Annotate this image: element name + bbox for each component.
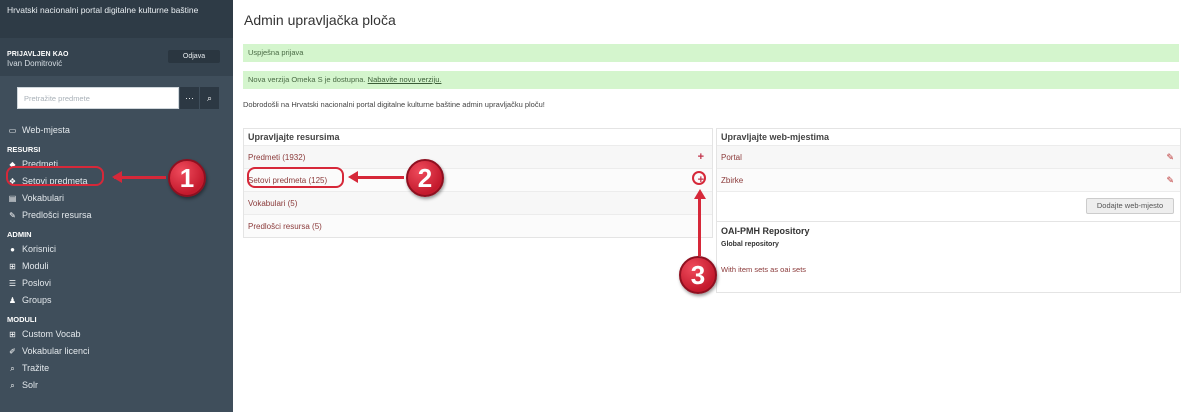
edit-icon[interactable]: ✎ bbox=[1166, 169, 1174, 192]
arrow-1-head bbox=[112, 171, 122, 183]
site-title[interactable]: Hrvatski nacionalni portal digitalne kul… bbox=[0, 0, 233, 38]
arrow-2-head bbox=[348, 171, 358, 183]
sidebar-item-label: Custom Vocab bbox=[22, 329, 81, 339]
add-site-button[interactable]: Dodajte web-mjesto bbox=[1086, 198, 1174, 214]
add-predmet-icon[interactable]: + bbox=[698, 146, 704, 169]
sidebar-item-label: Solr bbox=[22, 380, 39, 390]
alert-version-text: Nova verzija Omeka S je dostupna. bbox=[248, 75, 366, 84]
oai-subtitle: Global repository bbox=[721, 241, 779, 248]
sidebar-item-vokabular-licenci[interactable]: ✐ Vokabular licenci bbox=[0, 343, 233, 360]
alert-success: Uspješna prijava bbox=[243, 44, 1179, 62]
user-icon: ● bbox=[10, 245, 15, 254]
section-resursi: RESURSI bbox=[7, 145, 41, 154]
alert-version: Nova verzija Omeka S je dostupna. Nabavi… bbox=[243, 71, 1179, 89]
section-moduli: MODULI bbox=[7, 315, 37, 324]
site-row-portal[interactable]: Portal ✎ bbox=[717, 145, 1180, 168]
sidebar-item-label: Vokabular licenci bbox=[22, 346, 90, 356]
resource-row-predlosci[interactable]: Predlošci resursa (5) bbox=[244, 214, 712, 237]
sidebar-item-moduli[interactable]: ⊞ Moduli bbox=[0, 258, 233, 275]
login-box: PRIJAVLJEN KAO Ivan Domitrović Odjava bbox=[0, 38, 233, 76]
resource-label[interactable]: Vokabulari (5) bbox=[248, 199, 297, 208]
sites-title: Upravljajte web-mjestima bbox=[721, 132, 830, 142]
wrench-icon: ✐ bbox=[9, 347, 16, 356]
site-label[interactable]: Portal bbox=[721, 153, 742, 162]
resource-row-predmeti[interactable]: Predmeti (1932) + bbox=[244, 145, 712, 168]
highlight-setovi-predmeta bbox=[6, 166, 104, 186]
sidebar-item-label: Vokabulari bbox=[22, 193, 65, 203]
sidebar-item-korisnici[interactable]: ● Korisnici bbox=[0, 241, 233, 258]
oai-item-link[interactable]: With item sets as oai sets bbox=[721, 265, 1176, 274]
sidebar-item-predlosci-resursa[interactable]: ✎ Predlošci resursa bbox=[0, 207, 233, 224]
main-content: Admin upravljačka ploča Uspješna prijava… bbox=[233, 0, 1189, 412]
search-icon: ⌕ bbox=[10, 381, 15, 390]
sidebar-item-label: Tražite bbox=[22, 363, 50, 373]
sidebar-item-groups[interactable]: ♟ Groups bbox=[0, 292, 233, 309]
list-icon: ☰ bbox=[8, 279, 17, 288]
sidebar: Hrvatski nacionalni portal digitalne kul… bbox=[0, 0, 233, 412]
section-admin: ADMIN bbox=[7, 230, 32, 239]
badge-3: 3 bbox=[679, 256, 717, 294]
search-input[interactable] bbox=[17, 87, 179, 109]
sidebar-item-trazite[interactable]: ⌕ Tražite bbox=[0, 360, 233, 377]
sidebar-item-label: Groups bbox=[22, 295, 52, 305]
book-icon: ▤ bbox=[8, 194, 17, 203]
search-icon: ⌕ bbox=[10, 364, 15, 373]
page-title: Admin upravljačka ploča bbox=[244, 12, 396, 28]
arrow-3 bbox=[698, 194, 701, 256]
site-label[interactable]: Zbirke bbox=[721, 176, 743, 185]
highlight-setovi-row bbox=[247, 167, 344, 188]
edit-icon[interactable]: ✎ bbox=[1166, 146, 1174, 169]
sidebar-item-web-mjesta[interactable]: ▭ Web-mjesta bbox=[0, 122, 233, 139]
badge-2: 2 bbox=[406, 159, 444, 197]
site-row-zbirke[interactable]: Zbirke ✎ bbox=[717, 168, 1180, 191]
sidebar-item-label: Moduli bbox=[22, 261, 49, 271]
add-site-row: Dodajte web-mjesto bbox=[717, 191, 1180, 221]
highlight-add-item-set bbox=[692, 171, 706, 185]
search-options-button[interactable]: ··· bbox=[179, 87, 199, 109]
logout-button[interactable]: Odjava bbox=[168, 50, 220, 63]
badge-1: 1 bbox=[168, 159, 206, 197]
welcome-text: Dobrodošli na Hrvatski nacionalni portal… bbox=[243, 100, 545, 109]
search-box: ··· ⌕ bbox=[17, 87, 221, 109]
sidebar-item-label: Predlošci resursa bbox=[22, 210, 92, 220]
arrow-3-head bbox=[694, 189, 706, 199]
resource-row-vokabulari[interactable]: Vokabulari (5) bbox=[244, 191, 712, 214]
sidebar-item-label: Web-mjesta bbox=[22, 125, 70, 135]
oai-section: OAI-PMH Repository Global repository Wit… bbox=[717, 221, 1180, 274]
sidebar-item-label: Korisnici bbox=[22, 244, 57, 254]
resource-label[interactable]: Predmeti (1932) bbox=[248, 153, 305, 162]
pencil-icon: ✎ bbox=[9, 211, 16, 220]
users-icon: ♟ bbox=[8, 296, 17, 305]
resources-title: Upravljajte resursima bbox=[248, 132, 340, 142]
arrow-2 bbox=[356, 176, 404, 179]
resource-label[interactable]: Predlošci resursa (5) bbox=[248, 222, 322, 231]
sidebar-item-solr[interactable]: ⌕ Solr bbox=[0, 377, 233, 394]
monitor-icon: ▭ bbox=[8, 126, 17, 135]
alert-version-link[interactable]: Nabavite novu verziju. bbox=[368, 75, 442, 84]
oai-title: OAI-PMH Repository bbox=[721, 226, 810, 236]
plus-square-icon: ⊞ bbox=[9, 262, 16, 271]
sidebar-item-custom-vocab[interactable]: ⊞ Custom Vocab bbox=[0, 326, 233, 343]
sidebar-item-label: Poslovi bbox=[22, 278, 52, 288]
plus-square-icon: ⊞ bbox=[9, 330, 16, 339]
search-icon[interactable]: ⌕ bbox=[199, 87, 219, 109]
sites-panel: Upravljajte web-mjestima Portal ✎ Zbirke… bbox=[716, 128, 1181, 293]
sidebar-item-poslovi[interactable]: ☰ Poslovi bbox=[0, 275, 233, 292]
